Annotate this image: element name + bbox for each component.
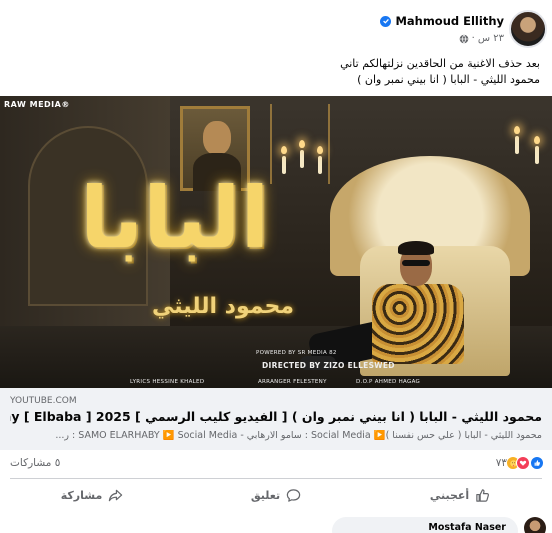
link-domain: YOUTUBE.COM xyxy=(10,396,77,406)
singer-leopard-jacket xyxy=(372,284,464,364)
candle xyxy=(300,150,304,168)
reactions-summary[interactable]: ٧٣ xyxy=(496,456,544,470)
credit-director: DIRECTED BY ZIZO ELLESWED xyxy=(262,361,395,370)
candle-flame xyxy=(299,140,305,148)
singer-sunglasses xyxy=(402,260,430,266)
raw-media-logo: RAW MEDIA® xyxy=(4,100,70,109)
thumbnail-title-art: البابا xyxy=(80,169,270,267)
candle-flame xyxy=(534,136,540,144)
facebook-post: Mahmoud Ellithy ٢٣ س · بعد حذف الاغنية م… xyxy=(0,0,552,533)
candle xyxy=(318,156,322,174)
post-time[interactable]: ٢٣ س xyxy=(478,33,504,44)
thumbnail-subtitle-art: محمود الليثي xyxy=(152,294,294,319)
author-name[interactable]: Mahmoud Ellithy xyxy=(395,14,504,28)
post-header: Mahmoud Ellithy ٢٣ س · xyxy=(332,8,552,48)
credit-dop: D.O.P AHMED HAGAG xyxy=(356,379,421,385)
post-actions: أعجبني تعليق مشاركة xyxy=(0,482,552,508)
candle xyxy=(515,136,519,154)
link-description: محمود الليثي - البابا ( علي حس نفسنا )▶️… xyxy=(55,430,542,441)
credit-lyrics: LYRICS HESSINE KHALED xyxy=(130,379,205,385)
shares-count[interactable]: ٥ مشاركات xyxy=(10,457,60,469)
credit-powered-by: POWERED BY SR MEDIA 82 xyxy=(256,350,337,356)
post-stats: ٧٣ ٥ مشاركات xyxy=(0,454,552,476)
author-avatar[interactable] xyxy=(509,10,547,48)
like-button[interactable]: أعجبني xyxy=(368,482,552,508)
painting-face xyxy=(203,121,231,155)
like-icon xyxy=(476,488,490,502)
singer-hair xyxy=(398,241,434,255)
post-meta: ٢٣ س · xyxy=(459,33,504,44)
candle-flame xyxy=(281,146,287,154)
video-thumbnail[interactable]: RAW MEDIA® البابا محمود الليثي POWERED B… xyxy=(0,96,552,388)
reaction-icons xyxy=(506,456,544,470)
candle-flame xyxy=(317,146,323,154)
share-button-label: مشاركة xyxy=(60,488,103,502)
candle xyxy=(535,146,539,164)
comment-button-label: تعليق xyxy=(250,488,281,502)
commenter-avatar[interactable] xyxy=(524,517,546,533)
share-button[interactable]: مشاركة xyxy=(0,482,184,508)
comment-icon xyxy=(286,488,301,502)
public-globe-icon xyxy=(459,34,468,43)
share-icon xyxy=(109,489,123,501)
candle xyxy=(282,156,286,174)
like-reaction-icon xyxy=(530,456,544,470)
comment-button[interactable]: تعليق xyxy=(184,482,368,508)
like-button-label: أعجبني xyxy=(429,488,470,502)
candle-flame xyxy=(514,126,520,134)
commenter-name[interactable]: Mostafa Naser xyxy=(428,522,506,533)
link-title[interactable]: محمود الليثي - البابا ( انا بيني نمبر وا… xyxy=(10,409,542,424)
author-row: Mahmoud Ellithy xyxy=(380,14,504,28)
post-caption-line-1: بعد حذف الاغنية من الحاقدين نزلتهالكم تا… xyxy=(340,57,540,70)
link-preview[interactable]: YOUTUBE.COM محمود الليثي - البابا ( انا … xyxy=(0,388,552,450)
actions-divider xyxy=(10,478,542,479)
verified-badge-icon xyxy=(380,15,392,27)
credit-arranger: ARRANGER FELESTENY xyxy=(258,379,327,385)
post-caption-line-2: محمود الليثي - البابا ( انا بيني نمبر وا… xyxy=(357,73,540,86)
love-reaction-icon xyxy=(516,456,530,470)
meta-separator: · xyxy=(471,33,475,44)
comment-bubble: Mostafa Naser xyxy=(332,517,518,533)
